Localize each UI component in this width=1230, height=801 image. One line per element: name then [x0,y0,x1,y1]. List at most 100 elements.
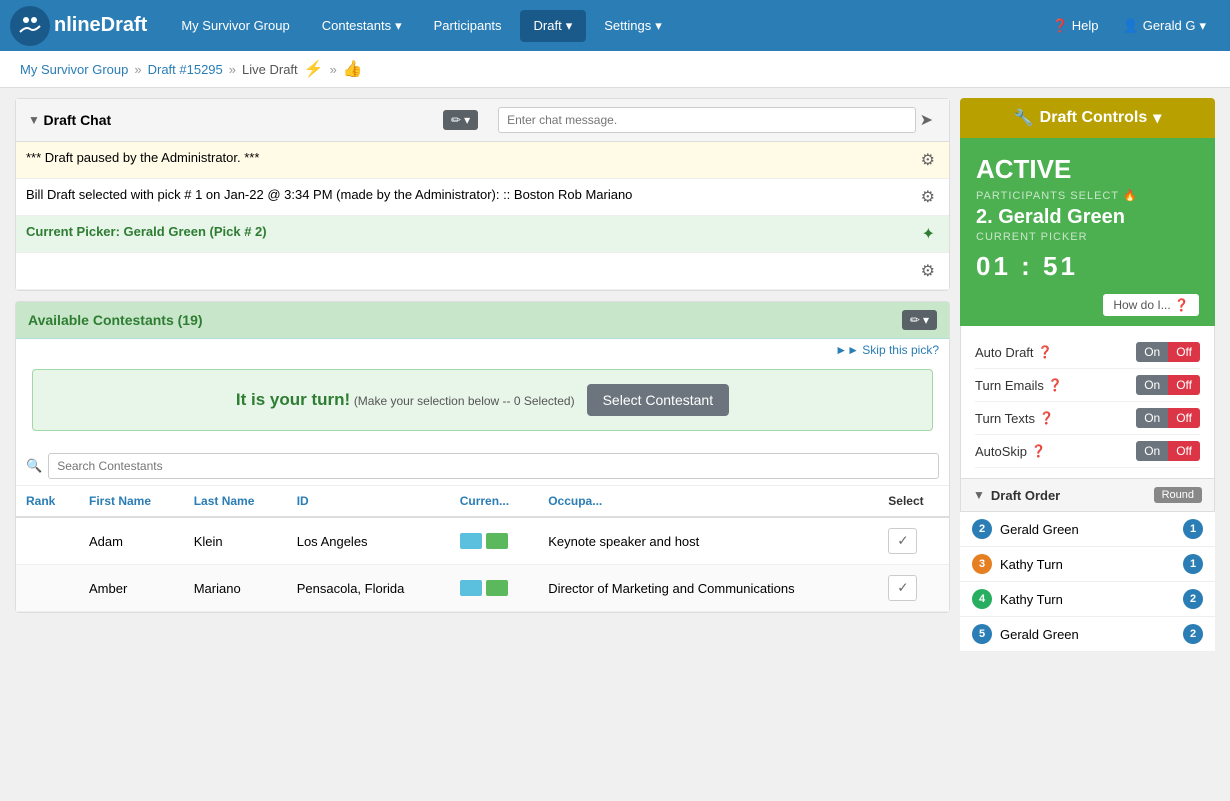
autoskip-on-button[interactable]: On [1136,441,1168,461]
nav-draft[interactable]: Draft ▾ [520,10,587,42]
select-contestant-button[interactable]: Select Contestant [587,384,730,416]
auto-draft-off-button[interactable]: Off [1168,342,1200,362]
col-rank[interactable]: Rank [16,486,79,517]
autoskip-toggle: On Off [1136,441,1200,461]
logo-text: nlineDraft [54,14,147,37]
turn-emails-label: Turn Emails ❓ [975,378,1136,393]
setting-auto-draft: Auto Draft ❓ On Off [975,336,1200,369]
turn-texts-toggle: On Off [1136,408,1200,428]
round-num: 2 [1183,624,1203,644]
left-panel: ▼ Draft Chat ✏ ▾ ➤ *** Draft paused by t… [15,98,950,652]
breadcrumb-sep1: » [134,62,141,77]
table-header-row: Rank First Name Last Name ID Curren... O… [16,486,949,517]
col-firstname[interactable]: First Name [79,486,184,517]
search-input[interactable] [48,453,939,479]
nav-contestants[interactable]: Contestants ▾ [308,10,416,42]
select-check-button[interactable]: ✓ [888,528,917,554]
turn-texts-off-button[interactable]: Off [1168,408,1200,428]
col-select[interactable]: Select [878,486,949,517]
col-lastname[interactable]: Last Name [184,486,287,517]
nav-my-survivor-group[interactable]: My Survivor Group [167,10,303,41]
top-navigation: nlineDraft My Survivor Group Contestants… [0,0,1230,51]
chat-message-text: *** Draft paused by the Administrator. *… [26,150,917,165]
draft-timer: 01 : 51 [976,251,1199,282]
draft-order-item: 4 Kathy Turn 2 [960,582,1215,617]
skip-pick-link[interactable]: ►► Skip this pick? [16,339,949,361]
chat-send-button[interactable]: ➤ [916,110,937,130]
cell-rank [16,565,79,612]
draft-order-title: Draft Order [991,488,1148,503]
message-settings-button[interactable]: ✦ [918,224,939,244]
auto-draft-on-button[interactable]: On [1136,342,1168,362]
user-icon: 👤 [1123,18,1139,34]
auto-draft-toggle: On Off [1136,342,1200,362]
participants-label: PARTICIPANTS SELECT 🔥 [976,189,1199,202]
pencil-icon: ✏ [910,313,920,327]
turn-texts-on-button[interactable]: On [1136,408,1168,428]
order-num-3: 3 [972,554,992,574]
logo[interactable]: nlineDraft [10,6,147,46]
draft-order-header: ▼ Draft Order Round [960,479,1215,512]
autoskip-off-button[interactable]: Off [1168,441,1200,461]
card-icon[interactable] [486,533,508,549]
cell-lastname: Mariano [184,565,287,612]
breadcrumb-group-link[interactable]: My Survivor Group [20,62,128,77]
message-settings-button[interactable]: ⚙ [917,187,939,207]
turn-emails-off-button[interactable]: Off [1168,375,1200,395]
cell-current [450,565,539,612]
chat-message: *** Draft paused by the Administrator. *… [16,142,949,179]
cell-id: Los Angeles [287,517,450,565]
chevron-down-icon: ▾ [566,18,573,34]
cell-rank [16,517,79,565]
help-icon[interactable]: ❓ [1048,378,1063,392]
order-num-4: 4 [972,589,992,609]
turn-emails-toggle: On Off [1136,375,1200,395]
chevron-down-icon: ▾ [923,313,929,327]
user-menu[interactable]: 👤 Gerald G ▾ [1109,10,1220,42]
turn-emails-on-button[interactable]: On [1136,375,1168,395]
chat-edit-button[interactable]: ✏ ▾ [443,110,478,130]
thumbs-up-icon[interactable]: 👍 [343,59,363,79]
status-label: ACTIVE [976,154,1199,185]
camera-icon[interactable] [460,580,482,596]
order-name: Kathy Turn [1000,592,1183,607]
chat-message-input[interactable] [498,107,916,133]
cell-id: Pensacola, Florida [287,565,450,612]
help-icon[interactable]: ❓ [1031,444,1046,458]
chat-current-picker-message: Current Picker: Gerald Green (Pick # 2) … [16,216,949,253]
chat-message: Bill Draft selected with pick # 1 on Jan… [16,179,949,216]
draft-controls-title: Draft Controls [1040,109,1148,127]
col-occupation[interactable]: Occupa... [538,486,878,517]
breadcrumb-draft-link[interactable]: Draft #15295 [148,62,223,77]
select-check-button[interactable]: ✓ [888,575,917,601]
cell-select: ✓ [878,565,949,612]
help-button[interactable]: ❓ Help [1052,18,1099,34]
col-id[interactable]: ID [287,486,450,517]
message-settings-button[interactable]: ⚙ [917,261,939,281]
card-icon[interactable] [486,580,508,596]
cell-select: ✓ [878,517,949,565]
draft-chat-panel: ▼ Draft Chat ✏ ▾ ➤ *** Draft paused by t… [15,98,950,291]
collapse-arrow-icon[interactable]: ▼ [973,488,985,502]
contestants-table-wrapper: Rank First Name Last Name ID Curren... O… [16,486,949,612]
breadcrumb-sep2: » [229,62,236,77]
nav-participants[interactable]: Participants [420,10,516,41]
settings-box: Auto Draft ❓ On Off Turn Emails ❓ On Off [960,326,1215,479]
question-icon: ❓ [1174,298,1189,312]
how-do-button[interactable]: How do I... ❓ [1103,294,1199,316]
help-icon[interactable]: ❓ [1038,345,1053,359]
collapse-arrow-icon[interactable]: ▼ [28,113,40,127]
order-name: Gerald Green [1000,627,1183,642]
contestants-edit-button[interactable]: ✏ ▾ [902,310,937,330]
nav-settings[interactable]: Settings ▾ [590,10,676,42]
search-bar: 🔍 [16,447,949,486]
draft-controls-header[interactable]: 🔧 Draft Controls ▾ [960,98,1215,138]
camera-icon[interactable] [460,533,482,549]
col-current[interactable]: Curren... [450,486,539,517]
lightning-icon: ⚡ [304,59,324,79]
message-settings-button[interactable]: ⚙ [917,150,939,170]
nav-links: My Survivor Group Contestants ▾ Particip… [167,10,1052,42]
help-icon[interactable]: ❓ [1039,411,1054,425]
round-num: 1 [1183,519,1203,539]
cell-current [450,517,539,565]
